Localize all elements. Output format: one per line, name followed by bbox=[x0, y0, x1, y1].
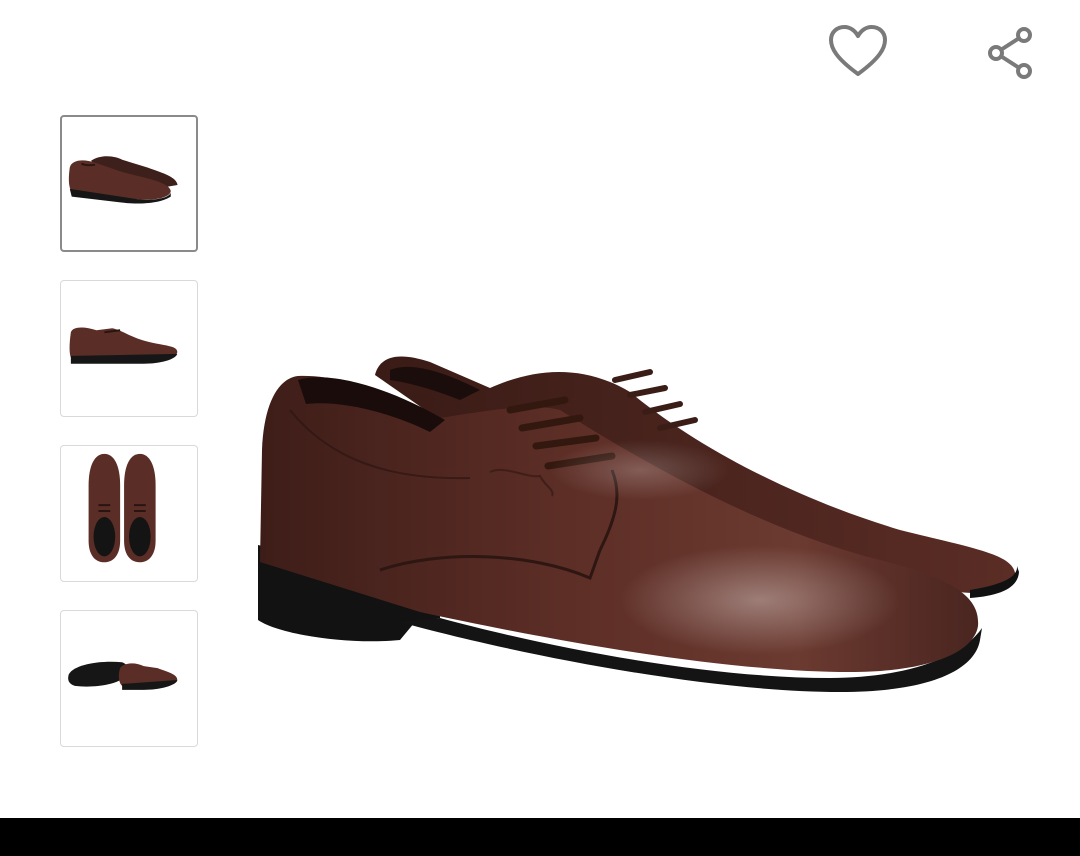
thumbnail-pair-top-down[interactable] bbox=[60, 445, 198, 582]
thumbnail-single-side[interactable] bbox=[60, 280, 198, 417]
favorite-button[interactable] bbox=[826, 22, 890, 82]
shoe-sole-side-image bbox=[68, 661, 178, 690]
shoe-side-image bbox=[69, 327, 178, 364]
thumbnail-pair-side-angle[interactable] bbox=[60, 115, 198, 252]
heart-outline-icon bbox=[829, 25, 887, 76]
thumbnail-pair-sole-side[interactable] bbox=[60, 610, 198, 747]
share-button[interactable] bbox=[984, 24, 1038, 82]
shoe-pair-angle-image bbox=[68, 156, 178, 204]
system-navigation-bar bbox=[0, 818, 1080, 856]
product-main-image[interactable] bbox=[240, 300, 1040, 750]
product-actions-bar bbox=[0, 0, 1080, 100]
share-icon bbox=[988, 27, 1032, 79]
shoe-pair-top-image bbox=[88, 453, 156, 563]
dress-shoe-image bbox=[258, 356, 1019, 692]
